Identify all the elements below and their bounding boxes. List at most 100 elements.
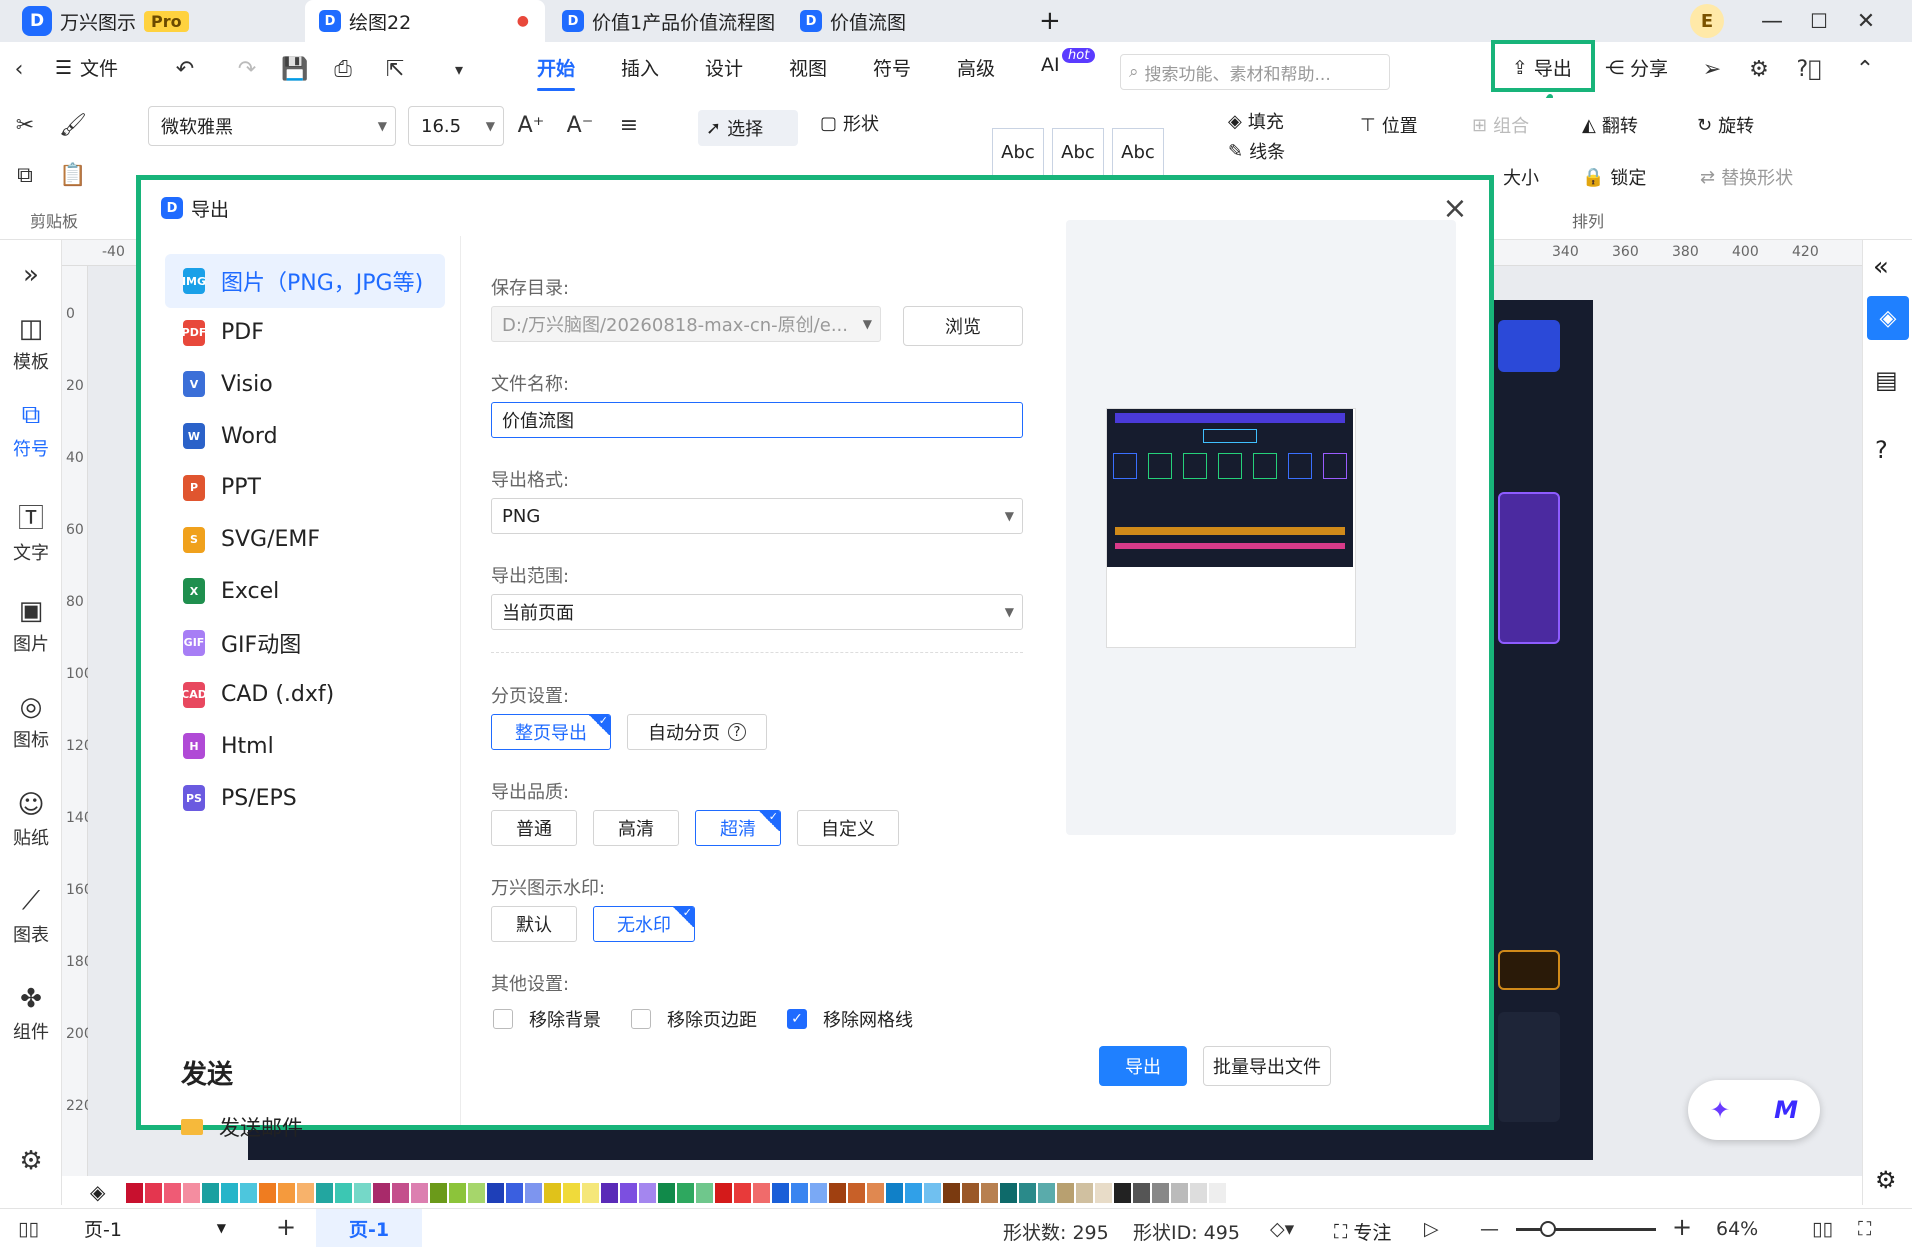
lock-button[interactable]: 🔒 锁定 <box>1582 164 1646 190</box>
color-swatch[interactable] <box>411 1183 428 1203</box>
color-swatch[interactable] <box>1209 1183 1226 1203</box>
font-name-select[interactable]: 微软雅黑 ▼ <box>148 106 396 146</box>
more-dropdown-icon[interactable]: ▾ <box>444 54 474 84</box>
paste-icon[interactable]: 📋 <box>58 160 88 190</box>
quality-ultra-hd[interactable]: 超清 <box>695 810 781 846</box>
app-tab[interactable]: D 万兴图示 Pro <box>8 0 203 42</box>
properties-panel-icon[interactable]: ▤ <box>1875 366 1898 394</box>
collapse-right-panel-icon[interactable]: « <box>1873 252 1889 282</box>
menu-ai[interactable]: AI <box>1041 54 1060 76</box>
format-item-pdf[interactable]: PDF PDF <box>165 306 445 360</box>
diagram-shape[interactable] <box>1498 1012 1560 1122</box>
file-name-input[interactable]: 价值流图 <box>491 402 1023 438</box>
color-swatch[interactable] <box>886 1183 903 1203</box>
color-swatch[interactable] <box>1019 1183 1036 1203</box>
menu-insert[interactable]: 插入 <box>621 54 659 81</box>
color-swatch[interactable] <box>1152 1183 1169 1203</box>
batch-export-button[interactable]: 批量导出文件 <box>1203 1046 1331 1086</box>
ai-assistant-widget[interactable]: ✦ M <box>1688 1080 1820 1140</box>
zoom-out-icon[interactable]: — <box>1480 1218 1499 1240</box>
sidebar-item-text[interactable]: 🅃 文字 <box>0 498 62 565</box>
color-swatch[interactable] <box>373 1183 390 1203</box>
color-swatch[interactable] <box>468 1183 485 1203</box>
color-swatch[interactable] <box>696 1183 713 1203</box>
menu-design[interactable]: 设计 <box>705 54 743 81</box>
play-icon[interactable]: ▷ <box>1424 1218 1439 1240</box>
rotate-button[interactable]: ↻ 旋转 <box>1697 112 1754 138</box>
book-view-icon[interactable]: ▯▯ <box>1812 1218 1833 1240</box>
watermark-default[interactable]: 默认 <box>491 906 577 942</box>
format-item-svg[interactable]: S SVG/EMF <box>165 513 445 567</box>
back-icon[interactable]: ‹ <box>4 54 34 84</box>
menu-advanced[interactable]: 高级 <box>957 54 995 81</box>
replace-shape-button[interactable]: ⇄ 替换形状 <box>1700 164 1793 190</box>
color-swatch[interactable] <box>981 1183 998 1203</box>
color-swatch[interactable] <box>202 1183 219 1203</box>
quality-hd[interactable]: 高清 <box>593 810 679 846</box>
color-swatch[interactable] <box>259 1183 276 1203</box>
style-sample-1[interactable]: Abc <box>992 128 1044 176</box>
color-swatch[interactable] <box>753 1183 770 1203</box>
diagram-shape[interactable] <box>1498 320 1560 372</box>
color-swatch[interactable] <box>962 1183 979 1203</box>
send-email-item[interactable]: 发送邮件 <box>181 1112 303 1142</box>
sidebar-item-charts[interactable]: ⟋ 图表 <box>0 886 62 947</box>
fill-button[interactable]: ◈ 填充 <box>1228 108 1284 134</box>
color-swatch[interactable] <box>278 1183 295 1203</box>
color-swatch[interactable] <box>905 1183 922 1203</box>
menu-home[interactable]: 开始 <box>537 54 576 91</box>
color-swatch[interactable] <box>601 1183 618 1203</box>
sidebar-item-icons[interactable]: ◎ 图标 <box>0 692 62 752</box>
format-item-word[interactable]: W Word <box>165 409 445 463</box>
settings-icon[interactable]: ⚙ <box>1744 54 1774 84</box>
format-item-cad[interactable]: CAD CAD (.dxf) <box>165 668 445 722</box>
color-swatch[interactable] <box>791 1183 808 1203</box>
color-swatch[interactable] <box>335 1183 352 1203</box>
style-sample-2[interactable]: Abc <box>1052 128 1104 176</box>
redo-icon[interactable]: ↷ <box>232 54 262 84</box>
format-item-ppt[interactable]: P PPT <box>165 461 445 515</box>
color-swatch[interactable] <box>449 1183 466 1203</box>
color-swatch[interactable] <box>734 1183 751 1203</box>
color-swatch[interactable] <box>1095 1183 1112 1203</box>
color-swatch[interactable] <box>1076 1183 1093 1203</box>
color-swatch[interactable] <box>677 1183 694 1203</box>
quality-custom[interactable]: 自定义 <box>797 810 899 846</box>
remove-background-checkbox[interactable]: 移除背景 <box>493 1006 601 1032</box>
color-swatch[interactable] <box>943 1183 960 1203</box>
search-input[interactable]: ⌕ 搜索功能、素材和帮助... <box>1120 54 1390 90</box>
color-swatch[interactable] <box>639 1183 656 1203</box>
color-swatch[interactable] <box>1057 1183 1074 1203</box>
sidebar-item-symbols[interactable]: ⧉ 符号 <box>0 400 62 461</box>
page-tab-1[interactable]: 页-1 <box>316 1209 422 1247</box>
layers-icon[interactable]: ◇▾ <box>1270 1218 1294 1240</box>
export-confirm-button[interactable]: 导出 <box>1099 1046 1187 1086</box>
font-shrink-icon[interactable]: A⁻ <box>565 110 595 140</box>
save-dir-select[interactable]: D:/万兴脑图/20260818-max-cn-原创/e... ▼ <box>491 306 881 342</box>
share-button[interactable]: ⋲ 分享 <box>1605 54 1668 81</box>
expand-sidebar-icon[interactable]: » <box>0 260 62 290</box>
help-panel-icon[interactable]: ? <box>1875 436 1888 464</box>
sidebar-item-components[interactable]: ✤ 组件 <box>0 984 62 1044</box>
format-item-gif[interactable]: GIF GIF动图 <box>165 616 445 670</box>
minimize-icon[interactable]: — <box>1755 4 1789 38</box>
color-swatch[interactable] <box>392 1183 409 1203</box>
color-swatch[interactable] <box>1190 1183 1207 1203</box>
range-select[interactable]: 当前页面 ▼ <box>491 594 1023 630</box>
color-swatch[interactable] <box>867 1183 884 1203</box>
color-swatch[interactable] <box>1114 1183 1131 1203</box>
pagination-full-page[interactable]: 整页导出 <box>491 714 611 750</box>
color-swatch[interactable] <box>240 1183 257 1203</box>
focus-mode-button[interactable]: ⛶ 专注 <box>1334 1218 1391 1245</box>
color-swatch[interactable] <box>544 1183 561 1203</box>
color-swatch[interactable] <box>1000 1183 1017 1203</box>
format-painter-icon[interactable]: 🖌 <box>58 110 88 140</box>
position-button[interactable]: ⊤ 位置 <box>1360 112 1418 138</box>
info-icon[interactable]: ? <box>728 723 746 741</box>
copy-icon[interactable]: ⧉ <box>10 160 40 190</box>
maximize-icon[interactable]: ☐ <box>1802 4 1836 38</box>
checkbox-box[interactable] <box>493 1009 513 1029</box>
color-swatch[interactable] <box>316 1183 333 1203</box>
flip-button[interactable]: ◭ 翻转 <box>1582 112 1638 138</box>
format-item-html[interactable]: H Html <box>165 719 445 773</box>
